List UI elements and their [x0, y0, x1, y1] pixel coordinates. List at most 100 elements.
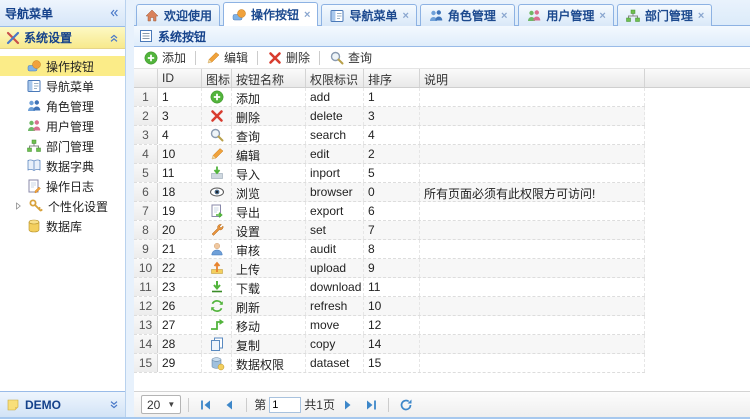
column-header[interactable]: 按钮名称 — [232, 69, 306, 87]
sort-cell: 1 — [364, 88, 420, 106]
toolbar-button[interactable]: 查询 — [324, 48, 377, 67]
button-name-cell: 浏览 — [232, 183, 306, 201]
buttons-icon — [231, 7, 247, 23]
button-name-cell: 导入 — [232, 164, 306, 182]
column-header[interactable]: 图标 — [202, 69, 232, 87]
sidebar-item[interactable]: 个性化设置 — [0, 196, 125, 216]
column-header[interactable] — [134, 69, 158, 87]
toolbar-button[interactable]: 删除 — [262, 48, 315, 67]
first-page-button[interactable] — [196, 396, 216, 414]
grid-body: 1 1 添加 add 1 2 3 删除 delete 3 3 4 查询 search 4 4 10 编辑 edit 2… — [134, 88, 750, 373]
table-row[interactable]: 8 20 设置 set 7 — [134, 221, 645, 240]
last-page-button[interactable] — [361, 396, 381, 414]
sort-cell: 0 — [364, 183, 420, 201]
tab[interactable]: 用户管理 × — [518, 4, 614, 26]
column-header[interactable]: ID — [158, 69, 202, 87]
sidebar-item[interactable]: 导航菜单 — [0, 76, 125, 96]
table-row[interactable]: 11 23 下载 download 11 — [134, 278, 645, 297]
app-window: 导航菜单 系统设置 操作按钮 导航菜单 角色管理 用户管理 部门管理 数据字典 操作日志 个性… — [0, 0, 750, 419]
chevrons-down-icon[interactable] — [108, 399, 120, 411]
id-cell: 27 — [158, 316, 202, 334]
table-row[interactable]: 2 3 删除 delete 3 — [134, 107, 645, 126]
tab[interactable]: 欢迎使用 — [136, 4, 221, 26]
row-number-cell: 13 — [134, 316, 158, 334]
close-icon[interactable]: × — [402, 10, 408, 22]
id-cell: 4 — [158, 126, 202, 144]
reload-icon — [398, 397, 414, 413]
table-row[interactable]: 15 29 数据权限 dataset 15 — [134, 354, 645, 373]
close-icon[interactable]: × — [698, 10, 704, 22]
row-number-cell: 8 — [134, 221, 158, 239]
tab[interactable]: 部门管理 × — [616, 4, 713, 26]
delete-icon — [209, 108, 225, 124]
roles-icon — [26, 98, 42, 114]
sidebar-item[interactable]: 角色管理 — [0, 96, 125, 116]
page-size-select[interactable]: 20 ▼ — [141, 395, 182, 414]
description-cell — [420, 240, 645, 258]
icon-cell — [202, 202, 232, 220]
next-page-button[interactable] — [338, 396, 358, 414]
icon-cell — [202, 335, 232, 353]
sidebar-item[interactable]: 操作按钮 — [0, 56, 125, 76]
description-cell — [420, 202, 645, 220]
panel-title: 系统按钮 — [158, 29, 207, 44]
sidebar-menu: 操作按钮 导航菜单 角色管理 用户管理 部门管理 数据字典 操作日志 个性化设置 数据库 — [0, 49, 125, 391]
permission-cell: export — [306, 202, 364, 220]
description-cell — [420, 107, 645, 125]
sidebar-section-header[interactable]: 系统设置 — [0, 27, 125, 49]
sidebar-item[interactable]: 数据库 — [0, 216, 125, 236]
toolbar-button[interactable]: 添加 — [138, 48, 191, 67]
tab[interactable]: 导航菜单 × — [321, 4, 417, 26]
description-cell — [420, 259, 645, 277]
add-icon — [209, 89, 225, 105]
close-icon[interactable]: × — [501, 10, 507, 22]
description-cell — [420, 278, 645, 296]
prev-page-button[interactable] — [219, 396, 239, 414]
table-row[interactable]: 4 10 编辑 edit 2 — [134, 145, 645, 164]
table-row[interactable]: 13 27 移动 move 12 — [134, 316, 645, 335]
column-header[interactable]: 权限标识 — [306, 69, 364, 87]
page-total-label: 共1页 — [304, 398, 335, 412]
table-row[interactable]: 12 26 刷新 refresh 10 — [134, 297, 645, 316]
table-row[interactable]: 3 4 查询 search 4 — [134, 126, 645, 145]
page-prefix-label: 第 — [254, 398, 267, 412]
tab-label: 角色管理 — [447, 9, 496, 23]
sidebar-item[interactable]: 数据字典 — [0, 156, 125, 176]
sidebar-splitter[interactable] — [126, 0, 134, 417]
tab[interactable]: 角色管理 × — [419, 4, 516, 26]
permission-cell: search — [306, 126, 364, 144]
permission-cell: delete — [306, 107, 364, 125]
description-cell — [420, 145, 645, 163]
sidebar-item[interactable]: 操作日志 — [0, 176, 125, 196]
permission-cell: browser — [306, 183, 364, 201]
last-icon — [363, 397, 379, 413]
table-row[interactable]: 14 28 复制 copy 14 — [134, 335, 645, 354]
tools-icon — [5, 30, 21, 46]
tab[interactable]: 操作按钮 × — [223, 2, 319, 26]
button-name-cell: 编辑 — [232, 145, 306, 163]
table-row[interactable]: 10 22 上传 upload 9 — [134, 259, 645, 278]
reload-button[interactable] — [396, 396, 416, 414]
description-cell — [420, 354, 645, 372]
edit-icon — [209, 146, 225, 162]
column-header[interactable]: 排序 — [364, 69, 420, 87]
table-row[interactable]: 5 11 导入 inport 5 — [134, 164, 645, 183]
description-cell — [420, 126, 645, 144]
toolbar-button-label: 编辑 — [224, 51, 249, 65]
table-row[interactable]: 9 21 审核 audit 8 — [134, 240, 645, 259]
sidebar-item[interactable]: 部门管理 — [0, 136, 125, 156]
close-icon[interactable]: × — [599, 10, 605, 22]
table-row[interactable]: 6 18 浏览 browser 0 所有页面必须有此权限方可访问! — [134, 183, 645, 202]
id-cell: 3 — [158, 107, 202, 125]
toolbar-button[interactable]: 编辑 — [200, 48, 253, 67]
chevrons-up-icon[interactable] — [108, 32, 120, 44]
close-icon[interactable]: × — [304, 9, 310, 21]
column-header[interactable]: 说明 — [420, 69, 645, 87]
page-size-value: 20 — [147, 397, 161, 412]
icon-cell — [202, 107, 232, 125]
table-row[interactable]: 1 1 添加 add 1 — [134, 88, 645, 107]
chevrons-left-icon[interactable] — [108, 7, 120, 19]
sidebar-item[interactable]: 用户管理 — [0, 116, 125, 136]
page-number-input[interactable] — [269, 396, 302, 413]
table-row[interactable]: 7 19 导出 export 6 — [134, 202, 645, 221]
